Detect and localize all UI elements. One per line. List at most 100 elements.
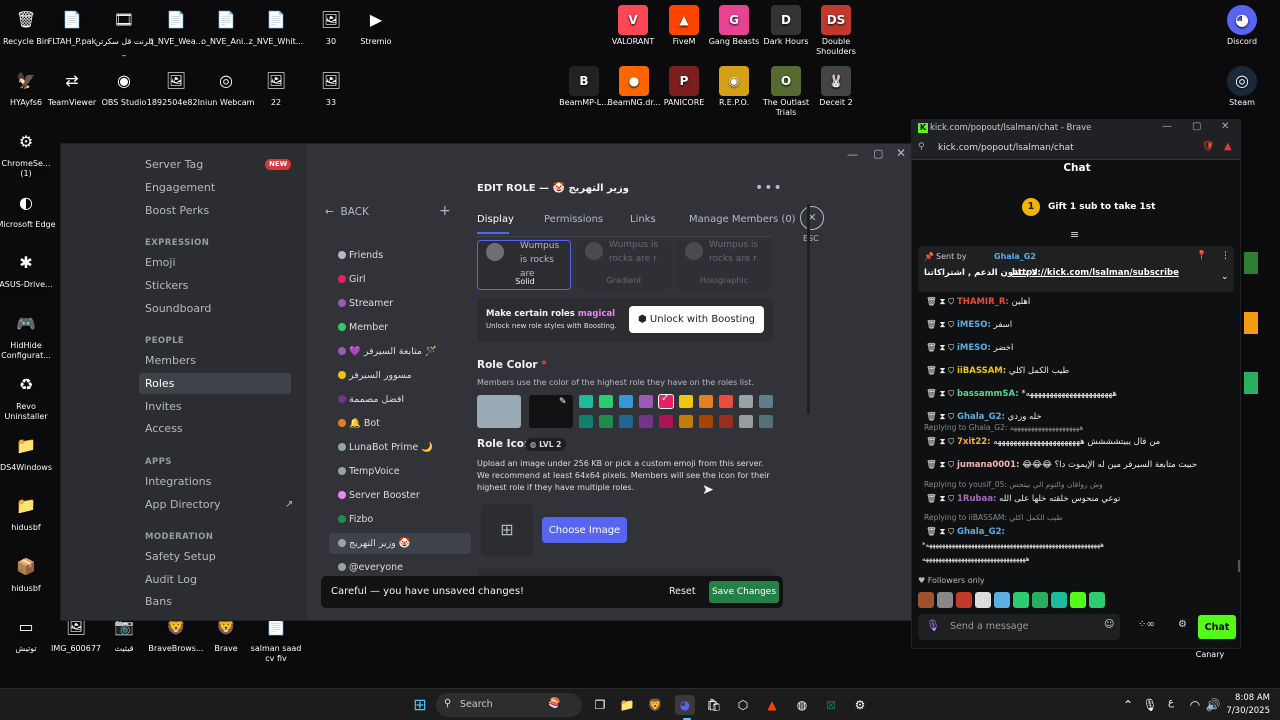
windows-start-icon[interactable]: ⊞ <box>410 695 430 715</box>
chat-send-button[interactable]: Chat <box>1198 615 1236 639</box>
sidebar-item-invites[interactable]: Invites <box>145 396 297 417</box>
unpin-icon[interactable]: 📍 <box>1196 251 1207 261</box>
role-list-item[interactable]: مسوور السيرفر <box>329 365 471 386</box>
pinned-user[interactable]: Ghala_G2 <box>994 252 1036 261</box>
chrome-icon[interactable]: ◍ <box>792 695 812 715</box>
role-list-item[interactable]: Friends <box>329 245 471 266</box>
discord-taskbar-icon[interactable]: ◕ <box>675 695 695 715</box>
chevron-up-icon[interactable]: ⌃ <box>1118 695 1138 715</box>
role-list-item[interactable]: Girl <box>329 269 471 290</box>
scrollbar[interactable] <box>1238 560 1240 572</box>
desktop-icon[interactable]: ◉ OBS Studio <box>94 66 154 108</box>
desktop-icon[interactable]: 📁 hidusbf <box>0 491 56 533</box>
more-options-icon[interactable]: ⋮ <box>1221 251 1230 261</box>
sidebar-item-server-tag[interactable]: Server Tag NEW <box>145 154 297 175</box>
color-swatch[interactable] <box>619 395 633 408</box>
emote-icon[interactable] <box>1089 592 1105 608</box>
color-swatch[interactable] <box>759 395 773 408</box>
microphone-icon[interactable]: 🎙 <box>1140 695 1160 715</box>
chevron-down-icon[interactable]: ⌄ <box>1221 272 1229 282</box>
color-swatch[interactable] <box>679 395 693 408</box>
tab-display[interactable]: Display <box>477 214 514 225</box>
microsoft-store-icon[interactable]: 🛍 <box>704 695 724 715</box>
clock-date[interactable]: 7/30/2025 <box>1224 706 1270 716</box>
color-swatch[interactable] <box>739 415 753 428</box>
emote-icon[interactable] <box>975 592 991 608</box>
wifi-icon[interactable]: ◠ <box>1185 695 1205 715</box>
volume-icon[interactable]: 🔊 <box>1203 695 1223 715</box>
desktop-icon[interactable]: 📦 hidusbf <box>0 552 56 594</box>
microphone-icon[interactable]: 🎙 <box>926 619 940 632</box>
role-list-item[interactable]: افضل مصممة <box>329 389 471 410</box>
color-swatch[interactable] <box>699 415 713 428</box>
taskbar-search[interactable]: ⚲ Search 🍣 <box>436 693 582 717</box>
desktop-icon-discord[interactable]: ◕ Discord <box>1212 5 1272 47</box>
custom-color-swatch[interactable]: ✎ <box>529 395 573 428</box>
close-icon[interactable]: ✕ <box>800 206 824 230</box>
gift-sub-text[interactable]: Gift 1 sub to take 1st <box>1048 202 1155 212</box>
pinned-link[interactable]: https://kick.com/lsalman/subscribe <box>1012 268 1179 278</box>
default-color-swatch[interactable] <box>477 395 521 428</box>
save-changes-button[interactable]: Save Changes <box>709 581 779 603</box>
color-swatch[interactable] <box>579 415 593 428</box>
role-list-item[interactable]: @everyone <box>329 557 471 578</box>
mod-tools-icon[interactable]: 🗑 ⧗ ⛉ <box>926 320 957 330</box>
emote-icon[interactable] <box>1051 592 1067 608</box>
app-taskbar-icon[interactable]: ⚙ <box>850 695 870 715</box>
desktop-icon[interactable]: 📁 DS4Windows <box>0 431 56 473</box>
message-input[interactable]: 🎙 Send a message ☺ <box>918 614 1120 640</box>
excel-icon[interactable]: ⊠ <box>821 695 841 715</box>
desktop-icon[interactable]: G Gang Beasts <box>704 5 764 47</box>
mod-tools-icon[interactable]: 🗑 ⧗ ⛉ <box>926 389 957 399</box>
role-list-item[interactable]: LunaBot Prime 🌙 <box>329 437 471 458</box>
role-list-item[interactable]: Server Booster <box>329 485 471 506</box>
color-swatch[interactable] <box>639 415 653 428</box>
file-explorer-icon[interactable]: 📁 <box>617 695 637 715</box>
scrollbar[interactable] <box>807 204 810 414</box>
desktop-icon[interactable]: ◉ R.E.P.O. <box>704 66 764 108</box>
sidebar-item-app-directory[interactable]: App Directory ↗ <box>145 494 297 515</box>
desktop-icon[interactable]: ▶ Stremio <box>346 5 406 47</box>
minimize-icon[interactable]: — <box>1162 121 1172 132</box>
desktop-icon-steam[interactable]: ◎ Steam <box>1212 66 1272 108</box>
mod-tools-icon[interactable]: 🗑 ⧗ ⛉ <box>926 527 957 537</box>
mod-tools-icon[interactable]: 🗑 ⧗ ⛉ <box>926 437 957 447</box>
color-swatch[interactable] <box>599 395 613 408</box>
role-list-item[interactable]: TempVoice <box>329 461 471 482</box>
emote-icon[interactable] <box>1070 592 1086 608</box>
color-swatch[interactable] <box>639 395 653 408</box>
fivem-taskbar-icon[interactable]: ▲ <box>762 695 782 715</box>
role-list-item[interactable]: Streamer <box>329 293 471 314</box>
emote-icon[interactable] <box>937 592 953 608</box>
color-swatch[interactable] <box>739 395 753 408</box>
unlock-boosting-button[interactable]: ⬢ Unlock with Boosting <box>629 306 764 333</box>
brave-rewards-icon[interactable]: ▲ <box>1224 141 1232 152</box>
desktop-icon[interactable]: 📄 FLTAH_P.pak <box>42 5 102 47</box>
style-card-solid[interactable]: Wumpus is rocks are Solid <box>477 240 571 290</box>
mod-tools-icon[interactable]: 🗑 ⧗ ⛉ <box>926 343 957 353</box>
back-button[interactable]: ← BACK <box>325 206 369 218</box>
site-settings-icon[interactable]: ⚲ <box>918 142 925 152</box>
style-card-gradient[interactable]: Wumpus is rocks are r Gradient <box>577 240 671 290</box>
sidebar-item-roles[interactable]: Roles <box>139 373 291 394</box>
desktop-icon[interactable]: ♻ Revo Uninstaller <box>0 370 56 422</box>
address-bar[interactable]: ⚲ kick.com/popout/lsalman/chat 🛡 ▲ <box>912 138 1240 160</box>
sidebar-item-members[interactable]: Members <box>145 350 297 371</box>
color-swatch[interactable] <box>759 415 773 428</box>
desktop-icon[interactable]: DS Double Shoulders <box>806 5 866 57</box>
role-list-item[interactable]: Member <box>329 317 471 338</box>
chat-extras-icon[interactable]: ⁘∞ <box>1138 619 1155 630</box>
sidebar-item-safety-setup[interactable]: Safety Setup <box>145 546 297 567</box>
mod-tools-icon[interactable]: 🗑 ⧗ ⛉ <box>926 460 957 470</box>
collapse-icon[interactable]: ≡ <box>1070 228 1079 241</box>
color-swatch[interactable] <box>699 395 713 408</box>
mod-tools-icon[interactable]: 🗑 ⧗ ⛉ <box>926 366 957 376</box>
brave-shield-icon[interactable]: 🛡 <box>1202 141 1215 152</box>
role-list-item[interactable]: Fizbo <box>329 509 471 530</box>
desktop-icon[interactable]: 🖼 22 <box>246 66 306 108</box>
mod-tools-icon[interactable]: 🗑 ⧗ ⛉ <box>926 494 957 504</box>
emoji-icon[interactable]: ☺ <box>1104 619 1114 630</box>
sidebar-item-bans[interactable]: Bans <box>145 591 297 612</box>
color-swatch[interactable] <box>619 415 633 428</box>
clock-time[interactable]: 8:08 AM <box>1228 693 1270 703</box>
